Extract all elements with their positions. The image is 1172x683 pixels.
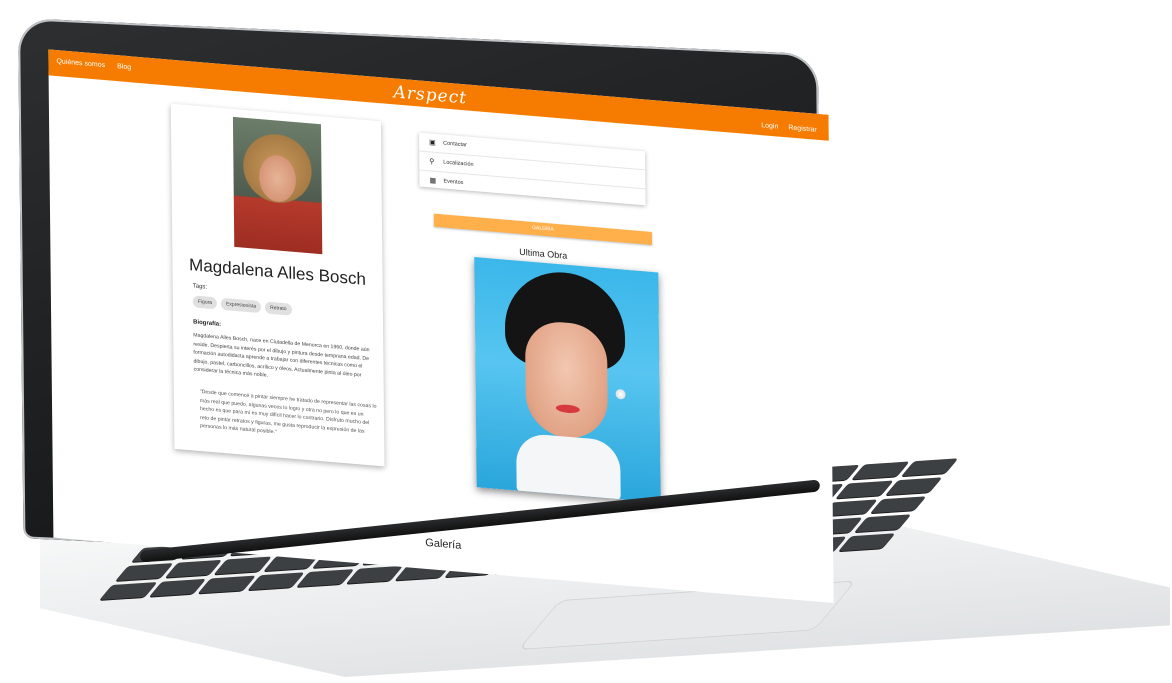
nav-link-register[interactable]: Registrar <box>788 124 816 133</box>
info-panel: ▣ Contactar ⚲ Localización ▦ Eventos <box>418 132 646 206</box>
bio-title: Biografía: <box>193 319 222 328</box>
avatar <box>232 116 323 255</box>
nav-left: Quiénes somos Blog <box>56 58 131 71</box>
nav-link-blog[interactable]: Blog <box>117 63 131 71</box>
keyboard-key <box>836 480 894 499</box>
keyboard-key <box>851 461 910 480</box>
keyboard-key <box>164 560 222 578</box>
bio-text: Magdalena Alles Bosch, nace en Ciutadell… <box>193 332 370 380</box>
site-header: Quiénes somos Blog Arspect Login Registr… <box>48 49 829 141</box>
keyboard-key <box>901 458 959 477</box>
location-pin-icon: ⚲ <box>429 158 435 166</box>
nav-link-about[interactable]: Quiénes somos <box>56 58 105 69</box>
nav-right: Login Registrar <box>761 122 817 134</box>
calendar-icon: ▦ <box>429 177 437 185</box>
tag-chip[interactable]: Expresionista <box>221 297 262 314</box>
tag-chip[interactable]: Figura <box>192 295 218 310</box>
artwork-earring <box>615 388 626 400</box>
gallery-button[interactable]: GALERÍA <box>433 213 653 245</box>
keyboard-key <box>869 495 927 514</box>
info-row-label: Eventos <box>443 178 464 187</box>
nav-link-login[interactable]: Login <box>761 122 778 130</box>
site-logo[interactable]: Arspect <box>393 82 467 108</box>
tags-label: Tags: <box>192 283 208 291</box>
tag-list: Figura Expresionista Retrato <box>192 295 292 316</box>
tag-chip[interactable]: Retrato <box>265 301 292 316</box>
artwork-gloves <box>516 432 621 502</box>
bio-quote: "Desde que comencé a pintar siempre he t… <box>199 388 377 436</box>
info-row-label: Contactar <box>443 140 467 149</box>
latest-artwork-image[interactable] <box>474 257 661 503</box>
artwork-face <box>524 319 609 442</box>
keyboard-key <box>885 477 943 495</box>
keyboard-key <box>213 556 272 575</box>
profile-card: Magdalena Alles Bosch Tags: Figura Expre… <box>170 103 385 467</box>
contact-card-icon: ▣ <box>429 139 436 147</box>
info-row-label: Localización <box>443 159 474 169</box>
